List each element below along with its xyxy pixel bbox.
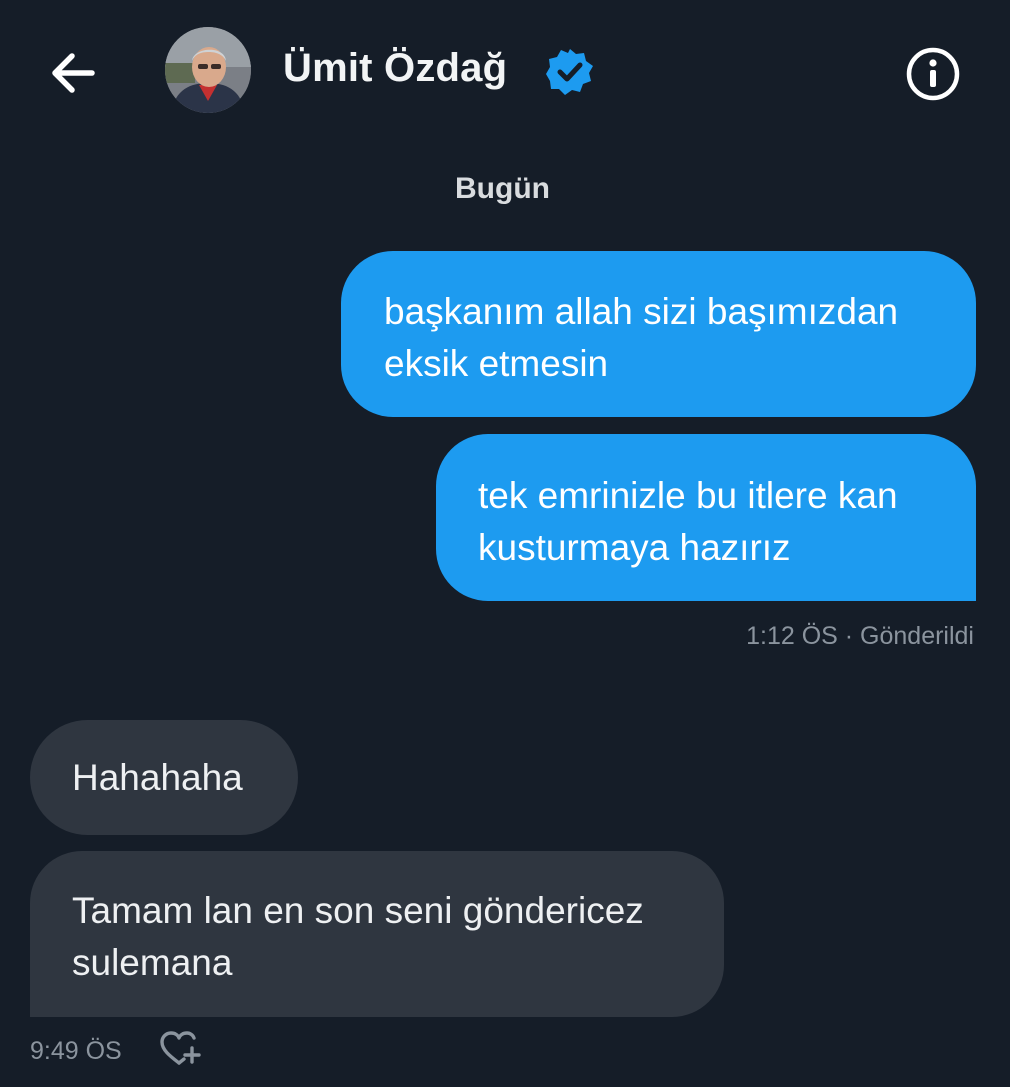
message-line: eksik etmesin <box>384 343 609 384</box>
sent-message-bubble[interactable]: başkanım allah sizi başımızdan eksik etm… <box>341 251 976 417</box>
back-button[interactable] <box>44 44 102 102</box>
verified-badge-icon <box>546 49 593 95</box>
message-line: Tamam lan en son seni göndericez <box>72 890 644 931</box>
arrow-left-icon <box>52 53 95 93</box>
sent-status: 1:12 ÖS · Gönderildi <box>746 622 974 650</box>
sent-message-bubble[interactable]: tek emrinizle bu itlere kan kusturmaya h… <box>436 434 976 601</box>
info-circle-icon <box>906 47 960 101</box>
heart-add-icon <box>160 1031 201 1065</box>
conversation-header: Ümit Özdağ <box>0 0 1010 145</box>
received-timestamp: 9:49 ÖS <box>30 1037 122 1065</box>
info-button[interactable] <box>904 45 962 103</box>
received-message-bubble[interactable]: Tamam lan en son seni göndericez suleman… <box>30 851 724 1017</box>
react-button[interactable] <box>158 1029 202 1069</box>
avatar[interactable] <box>165 27 251 113</box>
message-line: sulemana <box>72 942 233 983</box>
day-separator: Bugün <box>455 172 550 205</box>
message-line: başkanım allah sizi başımızdan <box>384 291 899 332</box>
message-line: tek emrinizle bu itlere kan <box>478 475 898 516</box>
received-message-bubble[interactable]: Hahahaha <box>30 720 298 835</box>
contact-name[interactable]: Ümit Özdağ <box>283 46 507 91</box>
message-line: Hahahaha <box>72 757 243 798</box>
message-line: kusturmaya hazırız <box>478 527 791 568</box>
